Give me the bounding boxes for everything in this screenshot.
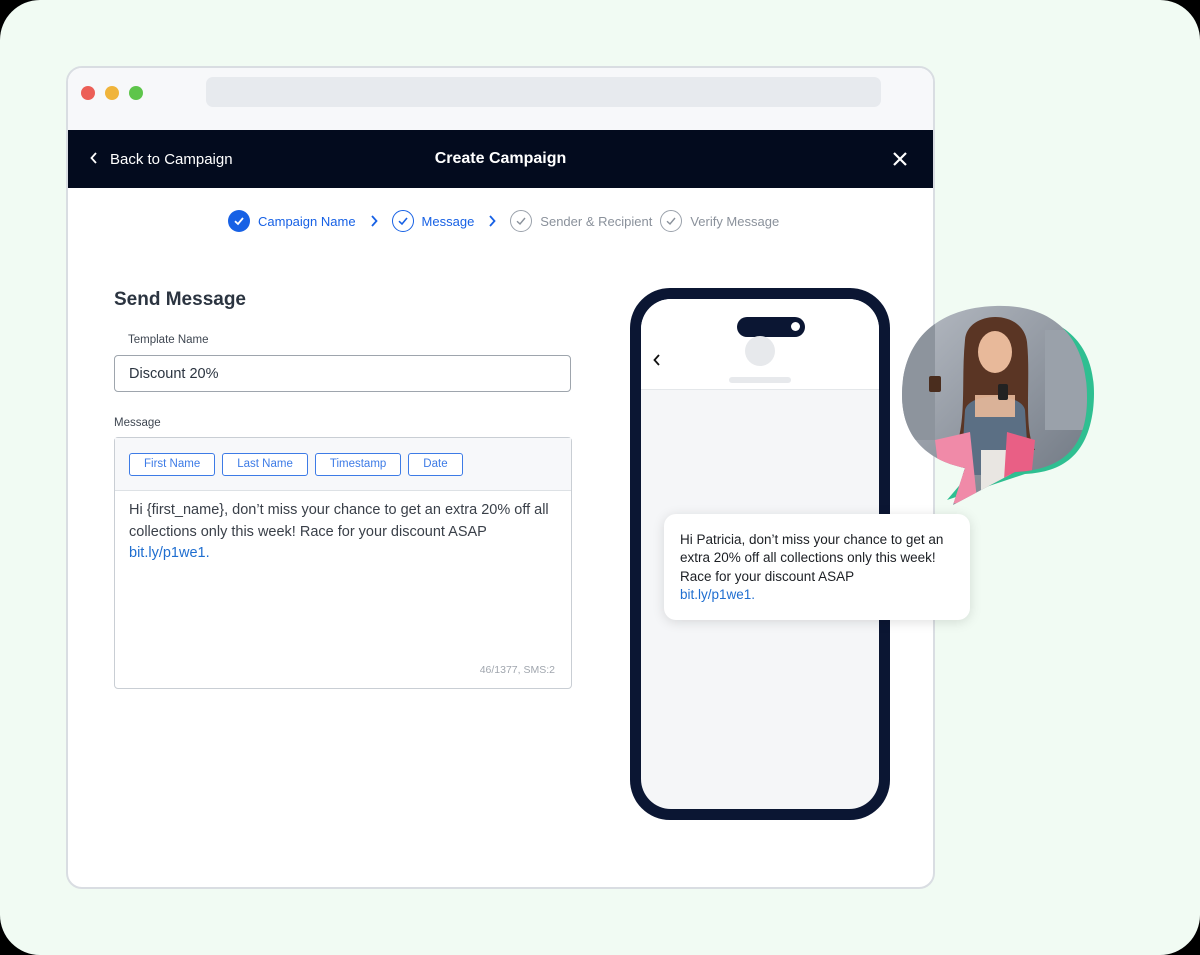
- message-body: Hi {first_name}, don’t miss your chance …: [129, 502, 549, 540]
- app-header: Back to Campaign Create Campaign: [68, 130, 933, 188]
- dynamic-island: [737, 317, 805, 337]
- step-label: Sender & Recipient: [540, 213, 653, 229]
- sms-preview-link: bit.ly/p1we1.: [680, 587, 756, 603]
- back-to-campaign-link[interactable]: Back to Campaign: [90, 130, 233, 188]
- sms-preview-bubble: Hi Patricia, don’t miss your chance to g…: [664, 514, 970, 620]
- close-button[interactable]: [885, 144, 915, 174]
- chip-date[interactable]: Date: [408, 452, 463, 476]
- check-circle-icon: [391, 210, 414, 232]
- step-verify-message[interactable]: Verify Message: [660, 210, 779, 232]
- avatar: [745, 336, 775, 366]
- template-name-input[interactable]: [114, 355, 571, 392]
- template-name-label: Template Name: [128, 334, 209, 346]
- message-textarea[interactable]: Hi {first_name}, don’t miss your chance …: [115, 491, 571, 574]
- step-campaign-name[interactable]: Campaign Name: [228, 210, 356, 232]
- address-bar[interactable]: [206, 77, 881, 107]
- message-link[interactable]: bit.ly/p1we1.: [129, 543, 557, 565]
- minimize-window-dot[interactable]: [105, 86, 119, 100]
- step-sender-recipient[interactable]: Sender & Recipient: [510, 210, 652, 232]
- progress-stepper: Campaign Name Message Sender & Recipient: [228, 210, 779, 232]
- step-message[interactable]: Message: [391, 210, 475, 232]
- chip-first-name[interactable]: First Name: [129, 452, 216, 476]
- phone-chat-header: [641, 299, 879, 390]
- chevron-right-icon: [488, 215, 497, 227]
- placeholder-chip-bar: First Name Last Name Timestamp Date: [115, 438, 571, 491]
- browser-chrome: [68, 68, 933, 130]
- close-icon: [893, 152, 907, 166]
- contact-name-placeholder: [729, 377, 791, 383]
- message-editor[interactable]: First Name Last Name Timestamp Date Hi {…: [114, 437, 572, 689]
- check-circle-icon: [510, 210, 533, 232]
- chevron-left-icon[interactable]: [653, 353, 661, 371]
- message-label: Message: [114, 417, 161, 429]
- form-title: Send Message: [114, 289, 246, 310]
- step-label: Verify Message: [690, 213, 780, 229]
- chevron-right-icon: [370, 215, 378, 227]
- close-window-dot[interactable]: [81, 86, 95, 100]
- chip-timestamp[interactable]: Timestamp: [314, 452, 402, 476]
- character-counter: 46/1377, SMS:2: [479, 664, 555, 676]
- sms-preview-text: Hi Patricia, don’t miss your chance to g…: [680, 532, 944, 584]
- chevron-left-icon: [90, 151, 98, 167]
- step-label: Campaign Name: [258, 213, 356, 229]
- check-circle-icon: [660, 210, 683, 232]
- browser-window: Back to Campaign Create Campaign Campaig…: [66, 66, 935, 889]
- maximize-window-dot[interactable]: [129, 86, 143, 100]
- page-background: Back to Campaign Create Campaign Campaig…: [0, 0, 1200, 955]
- shopper-photo: [902, 305, 1094, 505]
- check-circle-icon: [228, 210, 250, 232]
- chip-last-name[interactable]: Last Name: [222, 452, 308, 476]
- back-label: Back to Campaign: [110, 150, 233, 168]
- step-label: Message: [421, 213, 475, 229]
- camera-icon: [791, 322, 800, 331]
